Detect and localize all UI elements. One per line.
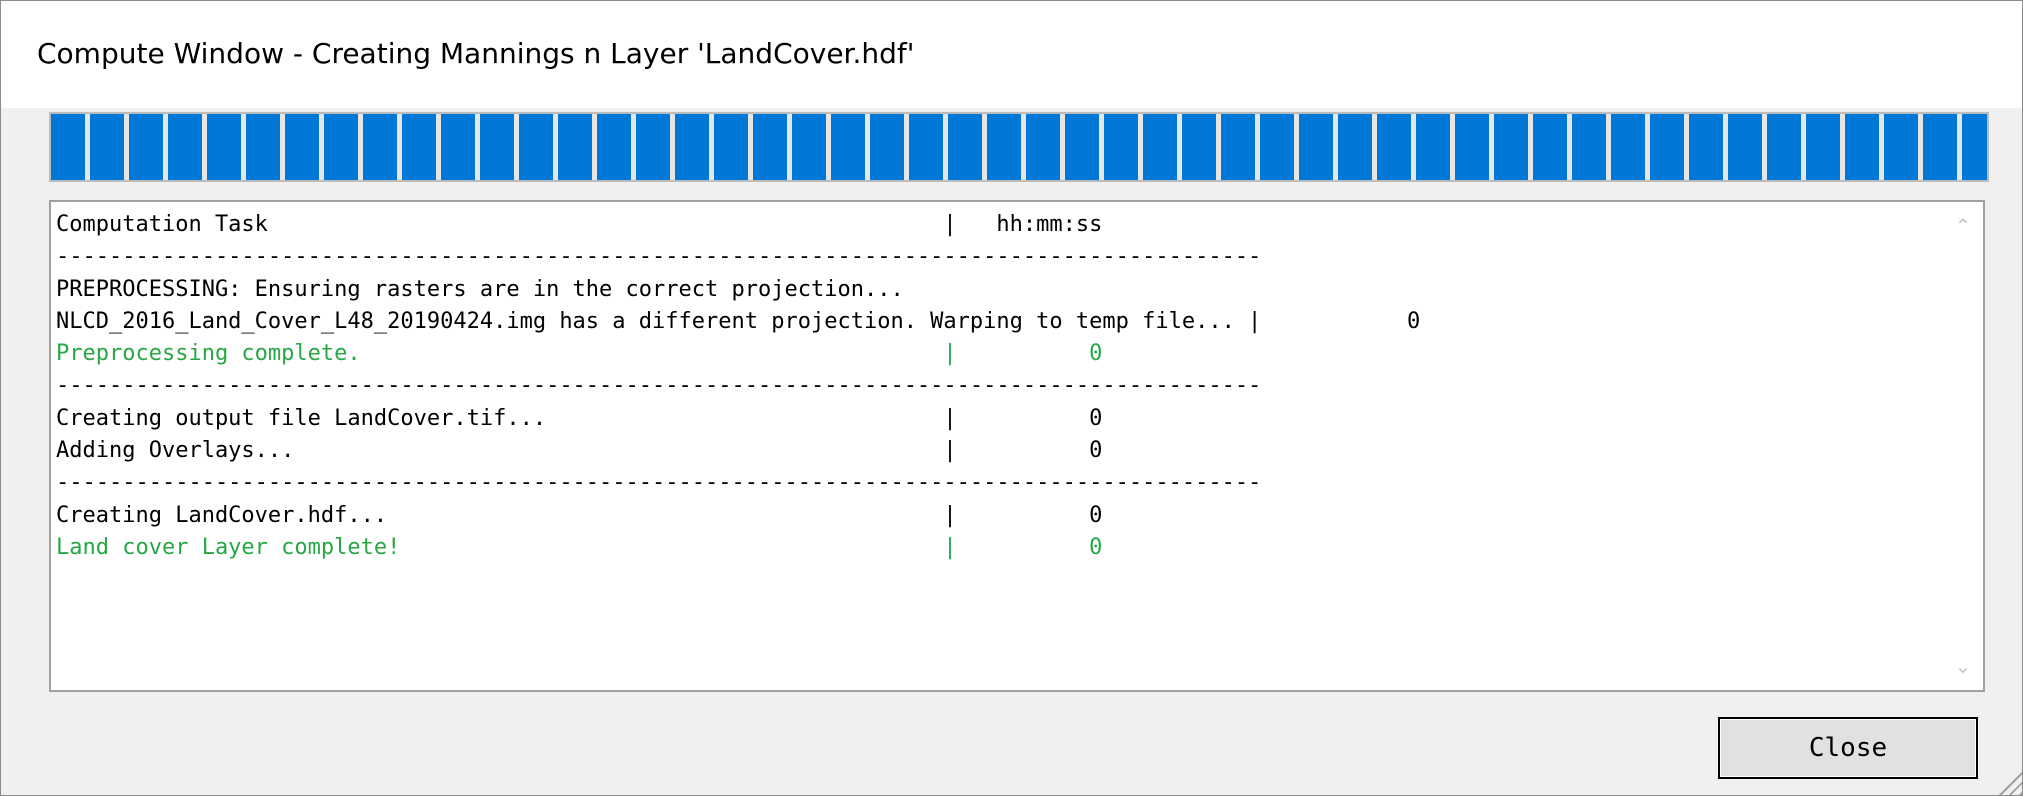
- compute-window: Compute Window - Creating Mannings n Lay…: [0, 0, 2023, 796]
- progress-fill: [51, 114, 1987, 180]
- log-line: Computation Task | hh:mm:ss: [56, 212, 1103, 237]
- log-line: PREPROCESSING: Ensuring rasters are in t…: [56, 276, 904, 302]
- log-line: NLCD_2016_Land_Cover_L48_20190424.img ha…: [56, 308, 1421, 334]
- chevron-down-icon[interactable]: ⌄: [1953, 656, 1973, 676]
- log-line: Land cover Layer complete! | 0: [56, 534, 1103, 560]
- log-separator: ----------------------------------------…: [56, 373, 1262, 399]
- log-separator: ----------------------------------------…: [56, 244, 1262, 270]
- log-line: Creating output file LandCover.tif... | …: [56, 405, 1103, 431]
- window-title: Compute Window - Creating Mannings n Lay…: [37, 37, 915, 70]
- log-line: Preprocessing complete. | 0: [56, 341, 1103, 367]
- log-lines: Computation Task | hh:mm:ss -------------…: [56, 209, 1923, 564]
- resize-grip-icon[interactable]: [1992, 765, 2022, 795]
- log-line: Adding Overlays... | 0: [56, 438, 1103, 464]
- log-separator: ----------------------------------------…: [56, 470, 1262, 496]
- chevron-up-icon[interactable]: ⌃: [1953, 216, 1973, 236]
- close-button[interactable]: Close: [1718, 717, 1978, 779]
- progress-bar: [49, 112, 1989, 182]
- title-bar[interactable]: Compute Window - Creating Mannings n Lay…: [1, 1, 2022, 108]
- log-output[interactable]: Computation Task | hh:mm:ss -------------…: [49, 200, 1985, 692]
- vertical-scrollbar[interactable]: ⌃ ⌄: [1943, 202, 1983, 690]
- log-line: Creating LandCover.hdf... | 0: [56, 502, 1103, 528]
